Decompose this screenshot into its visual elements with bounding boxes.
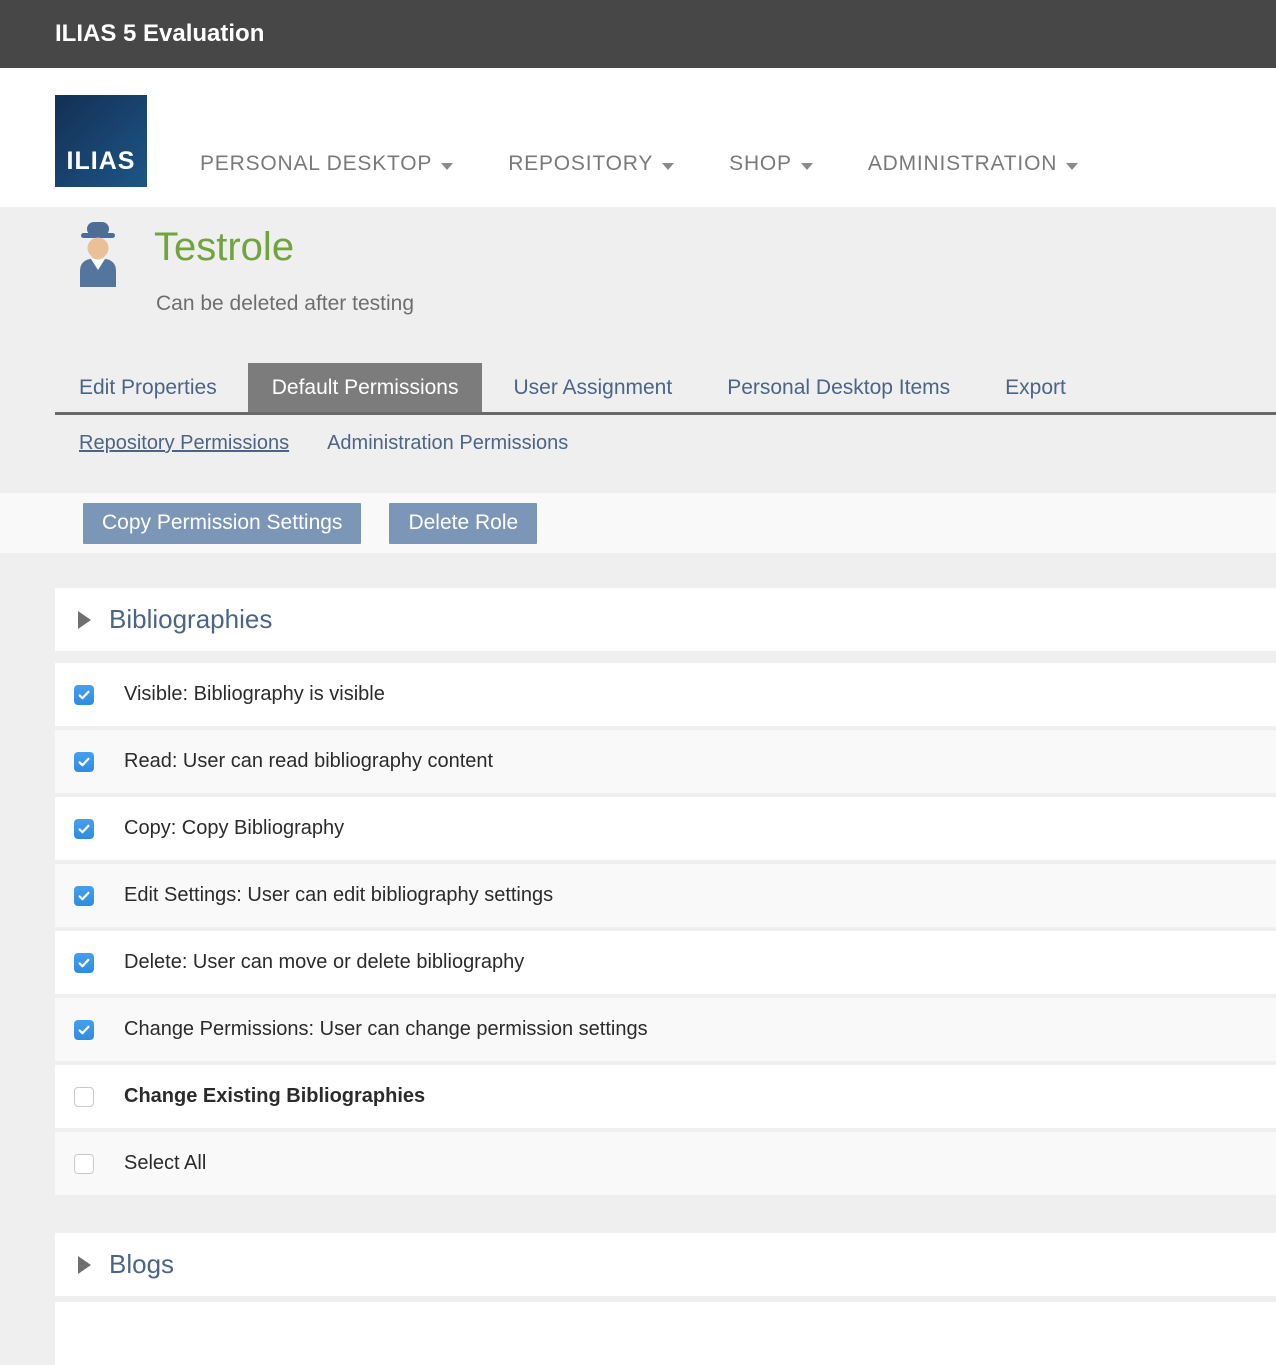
nav-item-label: SHOP: [729, 152, 792, 176]
permission-label: Visible: Bibliography is visible: [124, 683, 385, 706]
section-blogs: Blogs: [55, 1233, 1276, 1365]
role-header: Testrole Can be deleted after testing: [0, 207, 1276, 363]
checkbox-checked-icon[interactable]: [74, 953, 94, 973]
permission-label: Copy: Copy Bibliography: [124, 817, 344, 840]
tab-default-permissions[interactable]: Default Permissions: [248, 363, 483, 412]
tab-user-assignment[interactable]: User Assignment: [489, 363, 696, 412]
permission-row: Visible: Bibliography is visible: [55, 663, 1276, 726]
delete-role-button[interactable]: Delete Role: [389, 503, 537, 544]
nav-item-administration[interactable]: ADMINISTRATION: [868, 152, 1078, 176]
nav-item-shop[interactable]: SHOP: [729, 152, 813, 176]
permission-row: Change Existing Bibliographies: [55, 1065, 1276, 1128]
permission-row: Edit Settings: User can edit bibliograph…: [55, 864, 1276, 927]
nav-item-label: PERSONAL DESKTOP: [200, 152, 432, 176]
topbar: ILIAS 5 Evaluation: [0, 0, 1276, 68]
permission-sections: Bibliographies Visible: Bibliography is v…: [55, 588, 1276, 1365]
caret-down-icon: [441, 163, 453, 170]
caret-down-icon: [662, 163, 674, 170]
app-header: ILIAS PERSONAL DESKTOP REPOSITORY SHOP ADMI…: [0, 68, 1276, 207]
toolbar: Copy Permission Settings Delete Role: [0, 493, 1276, 553]
checkbox-checked-icon[interactable]: [74, 1020, 94, 1040]
app-title: ILIAS 5 Evaluation: [55, 20, 264, 48]
main-nav: PERSONAL DESKTOP REPOSITORY SHOP ADMINISTRA…: [200, 152, 1078, 176]
truncated-row: [55, 1302, 1276, 1365]
permission-label: Change Existing Bibliographies: [124, 1085, 425, 1108]
permission-label: Delete: User can move or delete bibliogr…: [124, 951, 524, 974]
section-title: Blogs: [109, 1249, 174, 1280]
copy-permission-settings-button[interactable]: Copy Permission Settings: [83, 503, 361, 544]
section-bibliographies: Bibliographies Visible: Bibliography is v…: [55, 588, 1276, 1195]
nav-item-label: ADMINISTRATION: [868, 152, 1057, 176]
nav-item-repository[interactable]: REPOSITORY: [508, 152, 674, 176]
caret-down-icon: [1066, 163, 1078, 170]
tab-personal-desktop-items[interactable]: Personal Desktop Items: [703, 363, 974, 412]
checkbox-checked-icon[interactable]: [74, 886, 94, 906]
caret-down-icon: [801, 163, 813, 170]
ilias-logo-text: ILIAS: [67, 147, 136, 176]
checkbox-checked-icon[interactable]: [74, 752, 94, 772]
subtab-administration-permissions[interactable]: Administration Permissions: [327, 432, 568, 456]
nav-item-label: REPOSITORY: [508, 152, 653, 176]
checkbox-checked-icon[interactable]: [74, 819, 94, 839]
ilias-logo[interactable]: ILIAS: [55, 95, 147, 187]
page-title: Testrole: [154, 225, 294, 270]
triangle-right-icon: [78, 1256, 91, 1274]
permission-row: Change Permissions: User can change perm…: [55, 998, 1276, 1061]
triangle-right-icon: [78, 611, 91, 629]
tab-export[interactable]: Export: [981, 363, 1090, 412]
permission-row: Copy: Copy Bibliography: [55, 797, 1276, 860]
permission-label: Edit Settings: User can edit bibliograph…: [124, 884, 553, 907]
section-header-blogs[interactable]: Blogs: [55, 1233, 1276, 1296]
checkbox-checked-icon[interactable]: [74, 685, 94, 705]
permission-label: Read: User can read bibliography content: [124, 750, 493, 773]
permission-row: Select All: [55, 1132, 1276, 1195]
page-subtitle: Can be deleted after testing: [156, 292, 414, 316]
subtab-repository-permissions[interactable]: Repository Permissions: [79, 432, 289, 456]
tab-bar: Edit PropertiesDefault PermissionsUser A…: [55, 363, 1276, 415]
section-header-bibliographies[interactable]: Bibliographies: [55, 588, 1276, 651]
subtab-bar: Repository Permissions Administration Per…: [79, 432, 1276, 456]
section-title: Bibliographies: [109, 604, 272, 635]
tab-edit-properties[interactable]: Edit Properties: [55, 363, 241, 412]
permission-row: Read: User can read bibliography content: [55, 730, 1276, 793]
nav-item-personal-desktop[interactable]: PERSONAL DESKTOP: [200, 152, 453, 176]
checkbox-unchecked-icon[interactable]: [74, 1087, 94, 1107]
checkbox-unchecked-icon[interactable]: [74, 1154, 94, 1174]
permission-row: Delete: User can move or delete bibliogr…: [55, 931, 1276, 994]
permission-label: Select All: [124, 1152, 206, 1175]
role-avatar-icon: [78, 221, 118, 292]
permission-label: Change Permissions: User can change perm…: [124, 1018, 648, 1041]
